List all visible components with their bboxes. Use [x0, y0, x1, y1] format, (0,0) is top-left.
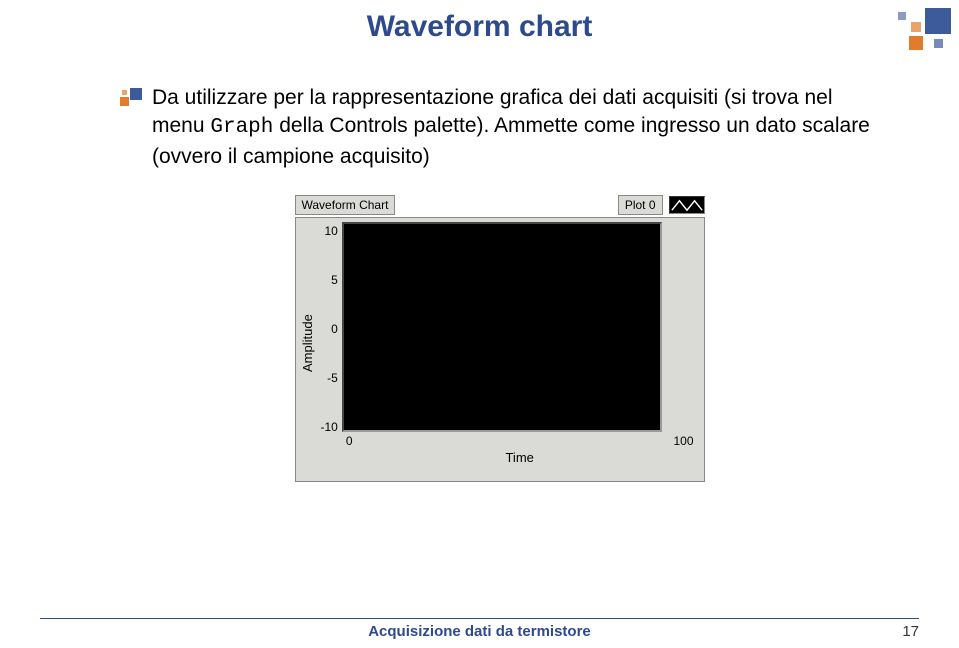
y-axis-label: Amplitude — [298, 222, 317, 465]
chart-body: Amplitude 10 5 0 -5 -10 0 100 Time — [295, 217, 705, 482]
xtick: 100 — [673, 434, 693, 448]
bullet-icon — [120, 88, 142, 110]
ytick: 10 — [321, 224, 338, 238]
chart-legend[interactable]: Plot 0 — [618, 195, 705, 215]
page-number: 17 — [902, 623, 919, 640]
plot-area[interactable] — [342, 222, 662, 432]
xtick: 0 — [346, 434, 353, 448]
legend-label: Plot 0 — [618, 195, 663, 215]
footer-divider — [40, 618, 919, 619]
bullet-text: Da utilizzare per la rappresentazione gr… — [152, 84, 879, 171]
ytick: 5 — [321, 273, 338, 287]
bullet-code: Graph — [210, 116, 273, 139]
corner-decoration — [891, 8, 951, 58]
chart-panel-label[interactable]: Waveform Chart — [295, 195, 396, 215]
content-area: Da utilizzare per la rappresentazione gr… — [0, 44, 959, 482]
ytick: -5 — [321, 371, 338, 385]
legend-swatch-icon — [669, 196, 705, 214]
waveform-chart-widget: Waveform Chart Plot 0 Amplitude 10 5 0 -… — [295, 195, 705, 482]
footer: Acquisizione dati da termistore 17 — [0, 618, 959, 640]
page-title: Waveform chart — [0, 0, 959, 44]
ytick: -10 — [321, 420, 338, 434]
ytick: 0 — [321, 322, 338, 336]
x-axis-label: Time — [342, 450, 698, 465]
footer-text: Acquisizione dati da termistore — [368, 623, 591, 640]
bullet-item: Da utilizzare per la rappresentazione gr… — [120, 84, 879, 171]
x-axis-ticks: 0 100 — [342, 432, 698, 448]
y-axis-ticks: 10 5 0 -5 -10 — [317, 224, 342, 434]
